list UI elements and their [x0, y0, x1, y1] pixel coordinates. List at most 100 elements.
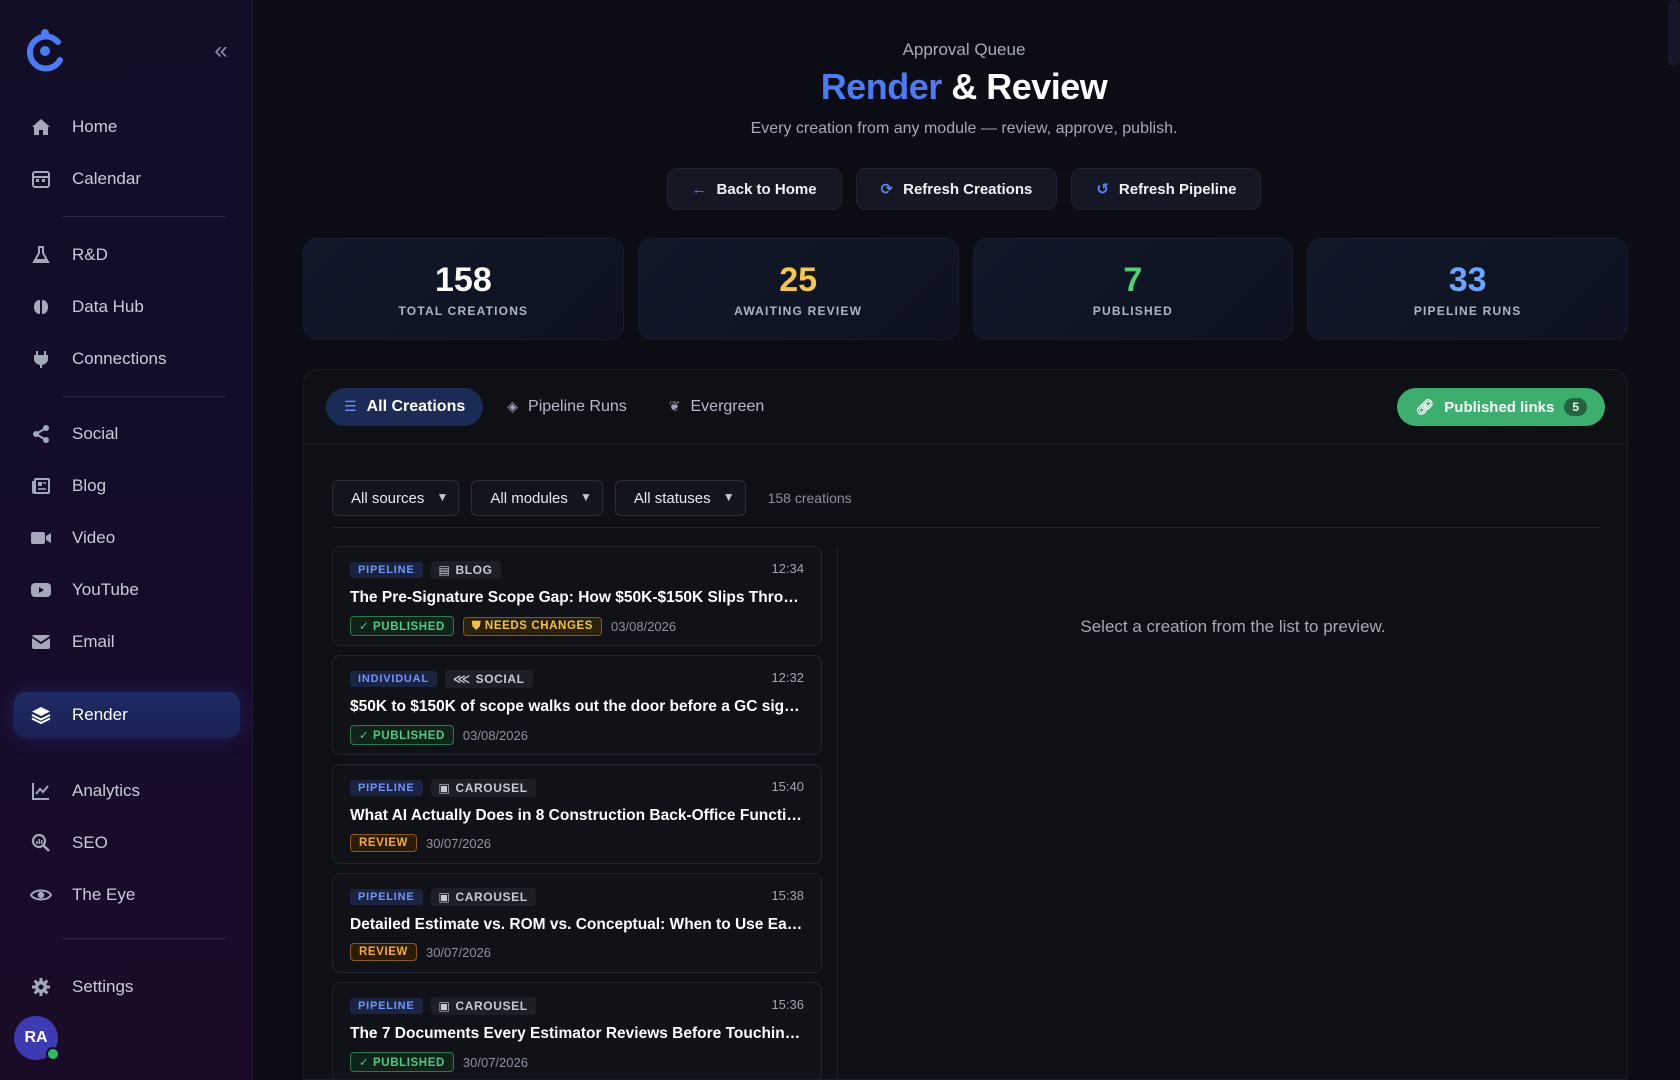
status-filter-select[interactable]: All statuses ▼: [614, 480, 746, 516]
card-date: 03/08/2026: [462, 727, 528, 743]
sidebar-item-label: Video: [72, 528, 116, 547]
back-to-home-button[interactable]: ← Back to Home: [666, 168, 842, 210]
sidebar-item-render[interactable]: Render: [14, 692, 240, 738]
creations-panel: ☰ All Creations ◈ Pipeline Runs ❦ Evergr…: [303, 369, 1628, 1080]
source-tag: PIPELINE: [350, 889, 423, 905]
list-item[interactable]: PIPELINE ▣ CAROUSEL 15:36 The 7 Documents…: [332, 982, 822, 1079]
sidebar-item-connections[interactable]: Connections: [14, 336, 240, 382]
magnifier-chart-icon: [30, 832, 52, 854]
status-badge: REVIEW: [350, 834, 417, 852]
stat-value: 33: [1448, 261, 1487, 299]
link-icon: 🔗︎: [1415, 399, 1435, 416]
brain-icon: [30, 296, 52, 318]
nav-divider: [62, 216, 226, 217]
sidebar-item-email[interactable]: Email: [14, 619, 240, 665]
gear-icon: [30, 976, 52, 998]
status-badge-label: PUBLISHED: [373, 621, 445, 633]
source-tag: PIPELINE: [350, 780, 423, 796]
sidebar-item-label: Render: [72, 705, 128, 724]
sidebar-item-label: The Eye: [72, 885, 136, 904]
chevron-down-icon: ▼: [722, 490, 735, 504]
type-tag: ▣ CAROUSEL: [430, 997, 536, 1015]
stat-label: PUBLISHED: [1092, 304, 1173, 318]
sidebar-item-social[interactable]: Social: [14, 411, 240, 457]
tab-all-creations[interactable]: ☰ All Creations: [326, 387, 484, 426]
refresh-pipeline-button[interactable]: ↺ Refresh Pipeline: [1071, 168, 1262, 210]
tab-label: Pipeline Runs: [528, 397, 627, 415]
stat-label: TOTAL CREATIONS: [398, 304, 529, 318]
tab-label: Evergreen: [690, 397, 765, 415]
envelope-icon: [30, 631, 52, 653]
action-buttons: ← Back to Home ⟳ Refresh Creations ↺ Ref…: [253, 168, 1675, 210]
status-badge-label: PUBLISHED: [373, 730, 445, 742]
status-badge-label: NEEDS CHANGES: [484, 619, 594, 632]
filter-bar: All sources ▼ All modules ▼ All statuses…: [332, 480, 852, 516]
tab-evergreen[interactable]: ❦ Evergreen: [651, 388, 783, 426]
sidebar: « Home Calendar R&D Data Hub Connections…: [0, 0, 253, 1080]
app-logo-icon[interactable]: [24, 28, 66, 74]
card-date: 30/07/2026: [462, 1054, 528, 1070]
flask-icon: [30, 244, 52, 266]
sidebar-item-data-hub[interactable]: Data Hub: [14, 284, 240, 330]
card-title: The Pre-Signature Scope Gap: How $50K-$1…: [350, 589, 805, 606]
sidebar-item-rnd[interactable]: R&D: [14, 232, 240, 278]
sidebar-item-label: Analytics: [72, 781, 141, 800]
online-status-dot: [46, 1047, 60, 1061]
sidebar-item-youtube[interactable]: YouTube: [14, 567, 240, 613]
list-item[interactable]: PIPELINE ▣ CAROUSEL 15:40 What AI Actuall…: [332, 764, 822, 864]
share-icon: ⋘: [452, 672, 471, 686]
status-badge: REVIEW: [350, 943, 417, 961]
images-icon: ▣: [438, 781, 451, 795]
page-subtitle: Every creation from any module — review,…: [750, 120, 1178, 137]
sidebar-item-analytics[interactable]: Analytics: [14, 768, 240, 814]
card-title: $50K to $150K of scope walks out the doo…: [350, 698, 805, 715]
list-item[interactable]: PIPELINE ▣ CAROUSEL 15:38 Detailed Estima…: [332, 873, 822, 973]
creations-count: 158 creations: [767, 490, 852, 506]
published-links-button[interactable]: 🔗︎ Published links 5: [1397, 388, 1605, 426]
refresh-icon: ⟳: [880, 181, 894, 198]
select-value: All sources: [351, 489, 425, 507]
sidebar-item-home[interactable]: Home: [14, 104, 240, 150]
page-title-accent: Render: [820, 66, 943, 107]
back-to-home-label: Back to Home: [716, 180, 817, 198]
source-tag: PIPELINE: [350, 998, 423, 1014]
list-item[interactable]: INDIVIDUAL ⋘ SOCIAL 12:32 $50K to $150K o…: [332, 655, 822, 755]
newspaper-icon: ▤: [438, 563, 451, 577]
calendar-icon: [30, 168, 52, 190]
sidebar-item-seo[interactable]: SEO: [14, 820, 240, 866]
sidebar-item-video[interactable]: Video: [14, 515, 240, 561]
share-icon: [30, 423, 52, 445]
source-filter-select[interactable]: All sources ▼: [332, 480, 460, 516]
sidebar-item-calendar[interactable]: Calendar: [14, 156, 240, 202]
module-filter-select[interactable]: All modules ▼: [471, 480, 603, 516]
tab-pipeline-runs[interactable]: ◈ Pipeline Runs: [489, 388, 645, 426]
card-time: 12:34: [771, 561, 804, 576]
plug-icon: [30, 348, 52, 370]
sidebar-item-label: Calendar: [72, 169, 141, 188]
sidebar-item-label: YouTube: [72, 580, 139, 599]
stat-awaiting-review: 25 AWAITING REVIEW: [637, 238, 959, 340]
main-content: Approval Queue Render & Review Every cre…: [253, 0, 1680, 1080]
chevron-down-icon: ▼: [580, 490, 592, 504]
layers-icon: [30, 704, 52, 726]
type-tag-label: CAROUSEL: [455, 999, 528, 1013]
sidebar-item-label: Settings: [72, 977, 134, 996]
select-value: All statuses: [633, 489, 711, 507]
list-item[interactable]: PIPELINE ▤ BLOG 12:34 The Pre-Signature S…: [332, 546, 822, 646]
sidebar-item-blog[interactable]: Blog: [14, 463, 240, 509]
collapse-sidebar-icon[interactable]: «: [208, 38, 234, 64]
stat-label: PIPELINE RUNS: [1413, 304, 1522, 318]
sidebar-item-label: Blog: [72, 476, 107, 495]
sidebar-item-the-eye[interactable]: The Eye: [14, 872, 240, 918]
refresh-creations-button[interactable]: ⟳ Refresh Creations: [855, 168, 1058, 210]
video-icon: [30, 527, 52, 549]
stat-total-creations: 158 TOTAL CREATIONS: [303, 238, 624, 340]
refresh-creations-label: Refresh Creations: [903, 180, 1033, 198]
status-badge: ✓ PUBLISHED: [350, 1052, 454, 1072]
sidebar-item-label: Home: [72, 117, 118, 136]
type-tag-label: CAROUSEL: [455, 781, 528, 795]
stat-value: 25: [779, 261, 818, 299]
stat-value: 7: [1123, 261, 1143, 299]
sidebar-item-settings[interactable]: Settings: [14, 964, 240, 1010]
page-eyebrow: Approval Queue: [902, 40, 1026, 59]
